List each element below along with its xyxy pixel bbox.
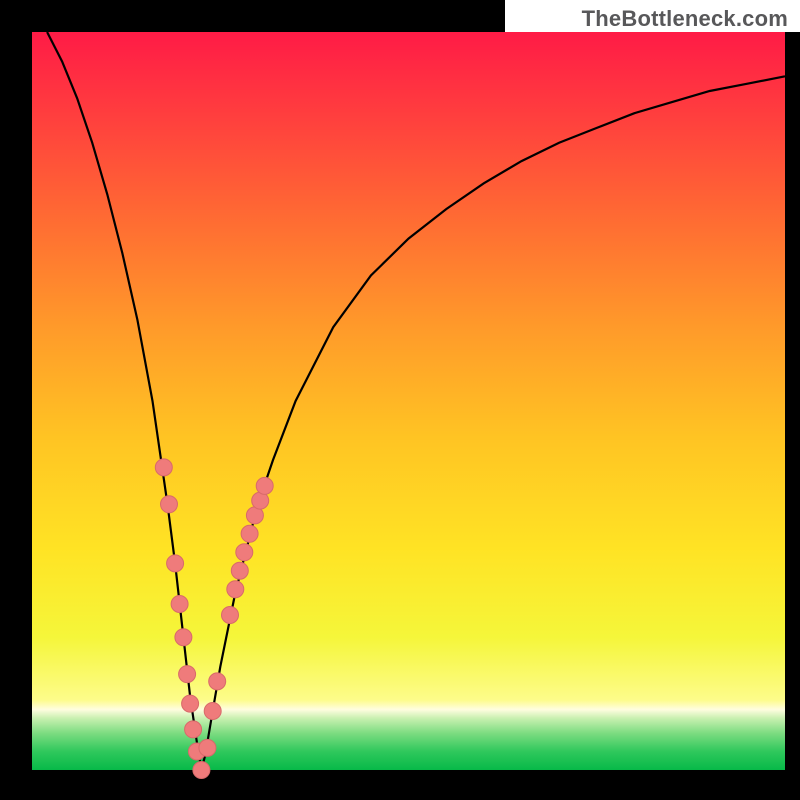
data-dot bbox=[179, 666, 196, 683]
data-dot bbox=[167, 555, 184, 572]
frame-bottom bbox=[0, 770, 800, 800]
data-dot bbox=[204, 703, 221, 720]
data-dot bbox=[231, 562, 248, 579]
data-dot bbox=[241, 525, 258, 542]
data-dot bbox=[222, 607, 239, 624]
data-dot bbox=[185, 721, 202, 738]
data-dot bbox=[209, 673, 226, 690]
data-dot bbox=[175, 629, 192, 646]
data-dot bbox=[155, 459, 172, 476]
frame-right bbox=[785, 0, 800, 800]
data-dot bbox=[199, 739, 216, 756]
data-dot bbox=[161, 496, 178, 513]
data-dot bbox=[236, 544, 253, 561]
data-dot bbox=[256, 477, 273, 494]
data-dot bbox=[171, 596, 188, 613]
watermark: TheBottleneck.com bbox=[582, 6, 788, 32]
data-dot bbox=[193, 762, 210, 779]
frame-left bbox=[0, 0, 32, 800]
data-dot bbox=[227, 581, 244, 598]
plot-bg bbox=[32, 32, 785, 770]
bottleneck-chart bbox=[0, 0, 800, 800]
data-dot bbox=[182, 695, 199, 712]
